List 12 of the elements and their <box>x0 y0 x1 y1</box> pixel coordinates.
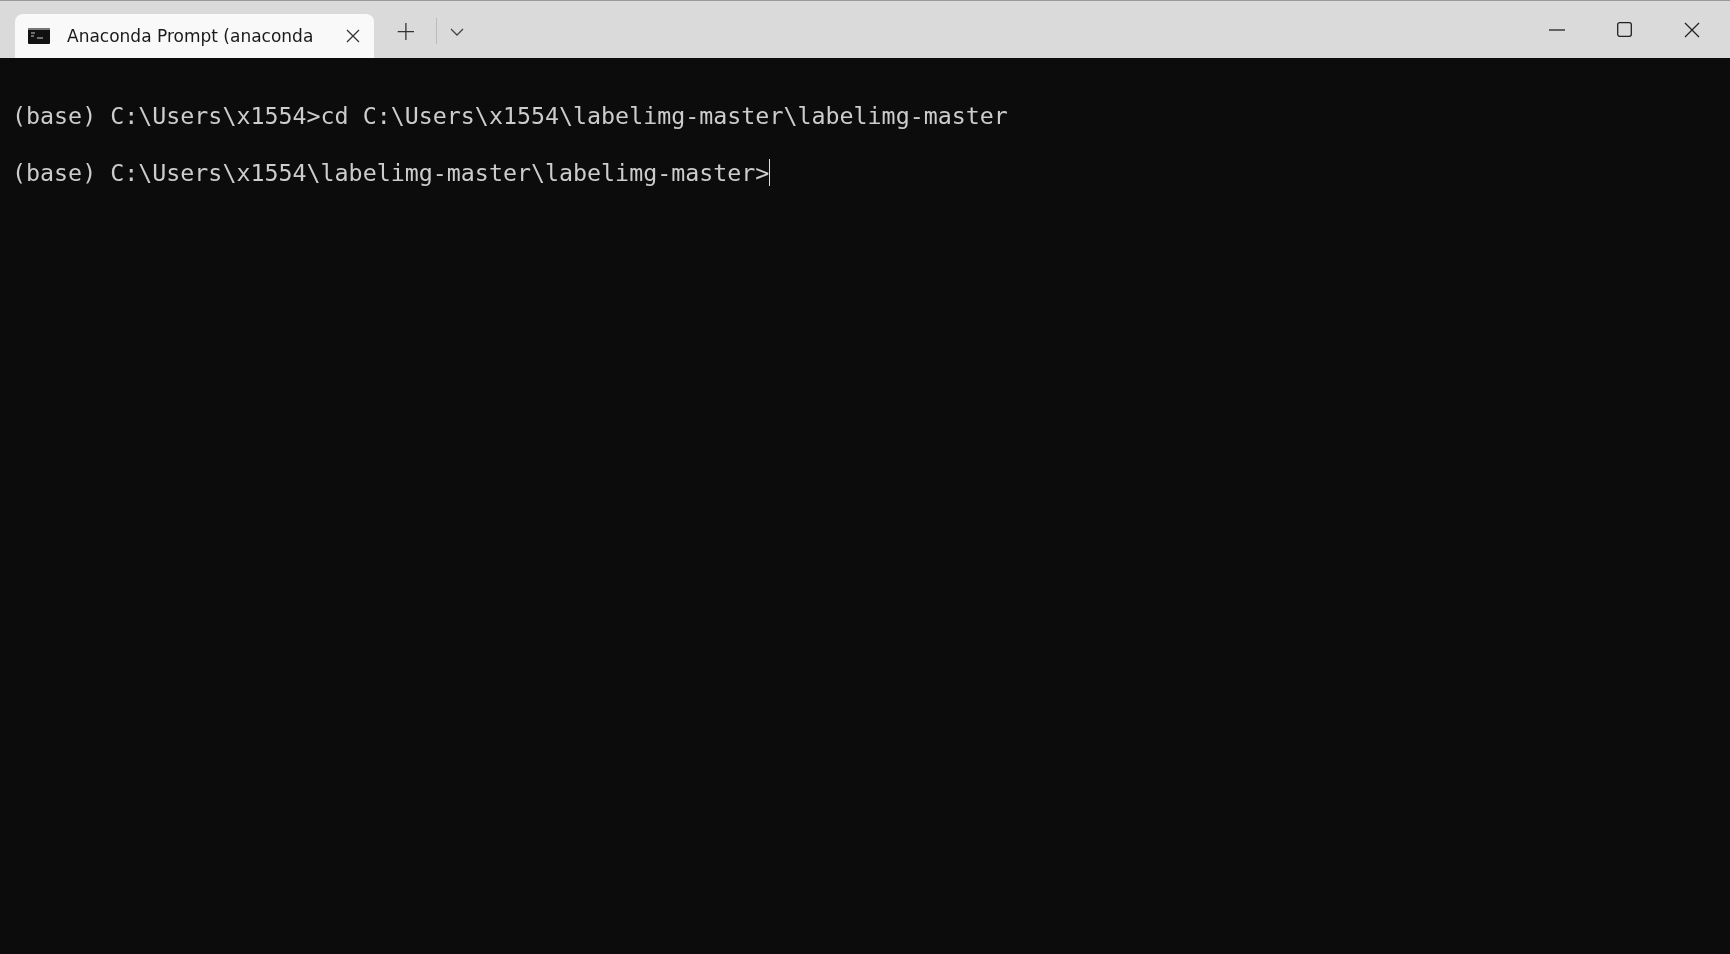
new-tab-button[interactable]: + <box>384 14 428 48</box>
terminal-icon <box>28 28 50 44</box>
close-icon[interactable] <box>1684 21 1700 38</box>
text-cursor <box>769 159 771 186</box>
terminal-tab[interactable]: Anaconda Prompt (anaconda <box>15 14 374 58</box>
close-icon[interactable] <box>346 29 360 43</box>
console-line: (base) C:\Users\x1554>cd C:\Users\x1554\labelimg-master\labelimg-master <box>12 102 1008 129</box>
tab-title: Anaconda Prompt (anaconda <box>67 26 315 46</box>
maximize-icon[interactable] <box>1617 22 1632 37</box>
console-line: (base) C:\Users\x1554\labelimg-master\labelimg-master> <box>12 159 770 186</box>
minimize-icon[interactable] <box>1549 28 1565 31</box>
chevron-down-icon[interactable] <box>450 28 464 36</box>
